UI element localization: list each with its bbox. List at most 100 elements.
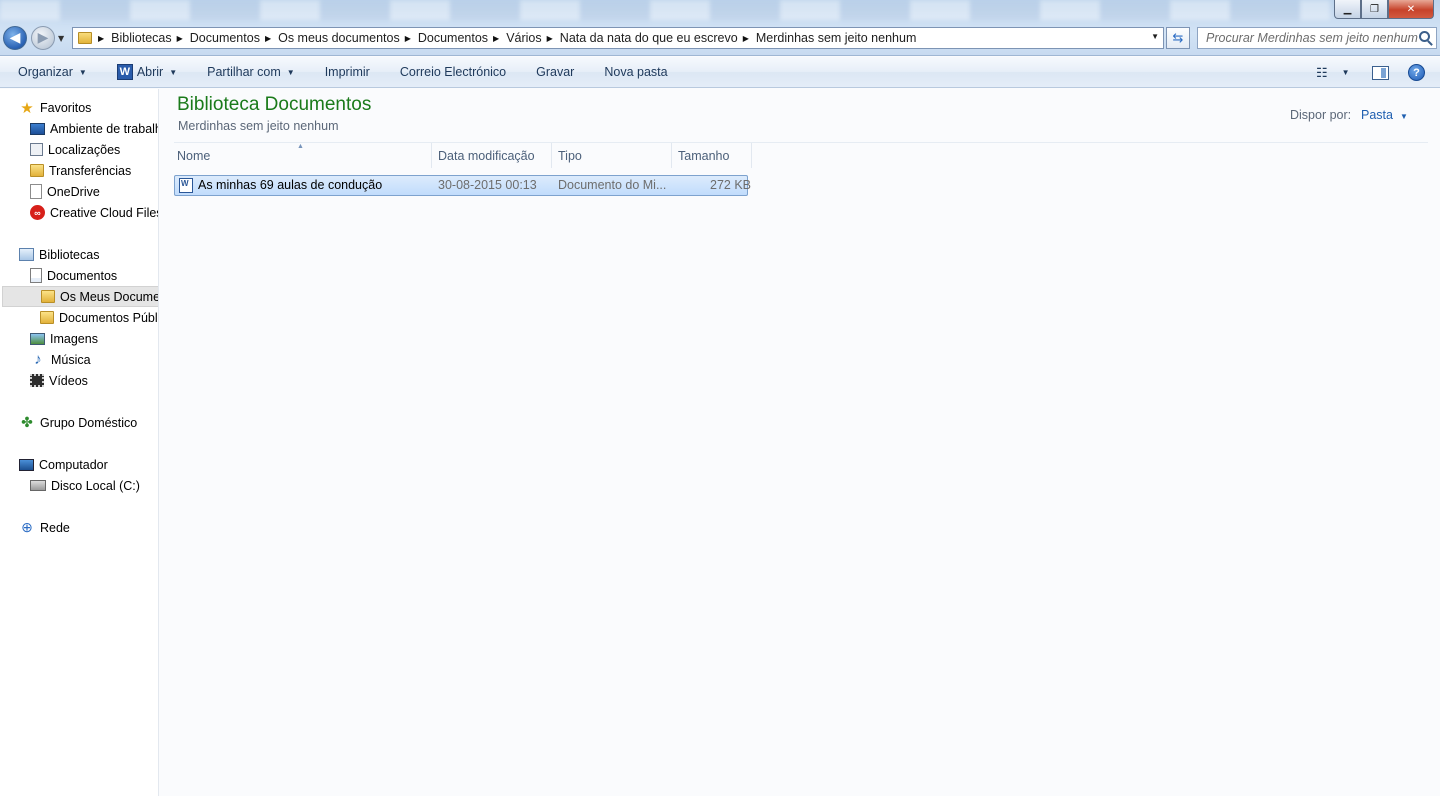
nav-computer[interactable]: Computador xyxy=(19,454,108,475)
search-placeholder: Procurar Merdinhas sem jeito nenhum xyxy=(1206,31,1418,45)
file-list-pane: Biblioteca Documentos Merdinhas sem jeit… xyxy=(160,89,1440,796)
share-button[interactable]: Partilhar com ▼ xyxy=(192,65,310,79)
burn-button[interactable]: Gravar xyxy=(521,65,589,79)
file-name: As minhas 69 aulas de condução xyxy=(198,178,383,192)
nav-onedrive[interactable]: OneDrive xyxy=(30,181,100,202)
nav-music[interactable]: ♪ Música xyxy=(30,349,91,370)
column-header-type[interactable]: Tipo xyxy=(552,143,672,168)
arrange-by-value: Pasta xyxy=(1361,108,1393,122)
nav-libraries[interactable]: Bibliotecas xyxy=(19,244,99,265)
nav-videos[interactable]: Vídeos xyxy=(30,370,88,391)
nav-label: Os Meus Documentos xyxy=(60,289,158,304)
window-controls: ▁ ❐ ✕ xyxy=(1334,0,1434,19)
star-icon: ★ xyxy=(20,99,34,117)
breadcrumb-item[interactable]: Documentos ▶ xyxy=(190,31,278,45)
share-label: Partilhar com xyxy=(207,65,281,79)
refresh-icon: ⇆ xyxy=(1172,30,1184,46)
help-icon: ? xyxy=(1408,64,1425,81)
column-header-name[interactable]: Nome xyxy=(171,143,432,168)
nav-public-documents[interactable]: Documentos Públicos xyxy=(40,307,158,328)
print-button[interactable]: Imprimir xyxy=(310,65,385,79)
word-document-icon xyxy=(179,178,193,193)
recent-places-icon xyxy=(30,143,43,156)
preview-pane-button[interactable] xyxy=(1372,57,1389,88)
film-icon xyxy=(30,374,44,387)
nav-local-disk[interactable]: Disco Local (C:) xyxy=(30,475,140,496)
search-icon xyxy=(1419,31,1430,42)
nav-label: Documentos xyxy=(47,268,118,283)
nav-network[interactable]: ⊕ Rede xyxy=(19,517,70,538)
help-button[interactable]: ? xyxy=(1408,57,1425,88)
downloads-folder-icon xyxy=(30,164,44,177)
nav-label: Rede xyxy=(40,520,70,535)
recent-pages-dropdown[interactable]: ▼ xyxy=(58,34,64,43)
view-list-icon: ☷ xyxy=(1316,64,1328,80)
preview-pane-icon xyxy=(1372,65,1389,80)
nav-label: Disco Local (C:) xyxy=(51,478,140,493)
computer-icon xyxy=(19,458,34,471)
nav-label: Bibliotecas xyxy=(39,247,100,262)
library-title: Biblioteca Documentos xyxy=(177,94,372,115)
maximize-button[interactable]: ❐ xyxy=(1361,0,1388,19)
breadcrumb-item[interactable]: Nata da nata do que eu escrevo ▶ xyxy=(560,31,756,45)
hard-drive-icon xyxy=(30,480,46,491)
chevron-down-icon: ▼ xyxy=(78,67,87,77)
chevron-down-icon: ▼ xyxy=(1341,68,1350,77)
nav-label: Computador xyxy=(39,457,108,472)
desktop-icon xyxy=(30,122,45,135)
organize-button[interactable]: Organizar ▼ xyxy=(0,65,102,79)
folder-icon xyxy=(78,32,92,44)
back-button[interactable]: ◀ xyxy=(3,26,27,50)
column-header-size[interactable]: Tamanho xyxy=(672,143,752,168)
close-button[interactable]: ✕ xyxy=(1388,0,1434,19)
nav-label: Vídeos xyxy=(49,373,88,388)
nav-label: Imagens xyxy=(50,331,98,346)
file-row-selected[interactable]: As minhas 69 aulas de condução 30-08-201… xyxy=(174,175,751,196)
nav-label: Favoritos xyxy=(40,100,92,115)
music-note-icon: ♪ xyxy=(34,351,42,368)
address-bar[interactable]: ▶ Bibliotecas ▶ Documentos ▶ Os meus docum… xyxy=(72,27,1164,49)
organize-label: Organizar xyxy=(18,65,73,79)
breadcrumb-item-current[interactable]: Merdinhas sem jeito nenhum xyxy=(756,31,917,45)
new-folder-button[interactable]: Nova pasta xyxy=(589,65,682,79)
change-view-button[interactable]: ☷ ▼ xyxy=(1316,57,1350,88)
nav-label: OneDrive xyxy=(47,184,100,199)
nav-creative-cloud[interactable]: ∞ Creative Cloud Files xyxy=(30,202,159,223)
open-button[interactable]: W Abrir ▼ xyxy=(102,64,192,80)
address-dropdown-icon[interactable]: ▼ xyxy=(1151,32,1159,41)
nav-documents[interactable]: Documentos xyxy=(30,265,117,286)
nav-label: Transferências xyxy=(49,163,132,178)
breadcrumb-item[interactable]: Bibliotecas ▶ xyxy=(111,31,190,45)
creative-cloud-icon: ∞ xyxy=(30,205,45,220)
documents-icon xyxy=(30,268,42,283)
title-bar: ▁ ❐ ✕ ◀ ▶ ▼ ▶ Bibliotecas ▶ Documentos ▶ O… xyxy=(0,0,1440,56)
window-title-blur xyxy=(0,0,1330,20)
arrow-right-icon: ▶ xyxy=(37,30,49,46)
nav-desktop[interactable]: Ambiente de trabalho xyxy=(30,118,158,139)
forward-button[interactable]: ▶ xyxy=(31,26,55,50)
search-input[interactable]: Procurar Merdinhas sem jeito nenhum xyxy=(1197,27,1437,49)
minimize-button[interactable]: ▁ xyxy=(1334,0,1361,19)
nav-label: Creative Cloud Files xyxy=(50,205,159,220)
breadcrumb-item[interactable]: Os meus documentos ▶ xyxy=(278,31,418,45)
nav-images[interactable]: Imagens xyxy=(30,328,98,349)
library-subtitle: Merdinhas sem jeito nenhum xyxy=(178,119,339,133)
arrow-left-icon: ◀ xyxy=(9,30,21,46)
pictures-icon xyxy=(30,332,45,345)
arrange-by-dropdown[interactable]: Pasta ▼ xyxy=(1361,108,1408,122)
breadcrumb-item[interactable]: Documentos ▶ xyxy=(418,31,506,45)
breadcrumb-item[interactable]: Vários ▶ xyxy=(506,31,560,45)
chevron-down-icon: ▼ xyxy=(169,67,178,77)
nav-locations[interactable]: Localizações xyxy=(30,139,120,160)
nav-my-documents[interactable]: Os Meus Documentos xyxy=(2,286,158,307)
libraries-icon xyxy=(19,248,34,261)
refresh-button[interactable]: ⇆ xyxy=(1166,27,1190,49)
column-header-modified[interactable]: Data modificação xyxy=(432,143,552,168)
nav-favorites[interactable]: ★ Favoritos xyxy=(19,97,91,118)
nav-label: Música xyxy=(51,352,91,367)
nav-downloads[interactable]: Transferências xyxy=(30,160,131,181)
breadcrumb-root-arrow[interactable]: ▶ xyxy=(98,34,111,43)
nav-homegroup[interactable]: ✤ Grupo Doméstico xyxy=(19,412,137,433)
open-label: Abrir xyxy=(136,65,164,79)
email-button[interactable]: Correio Electrónico xyxy=(385,65,521,79)
